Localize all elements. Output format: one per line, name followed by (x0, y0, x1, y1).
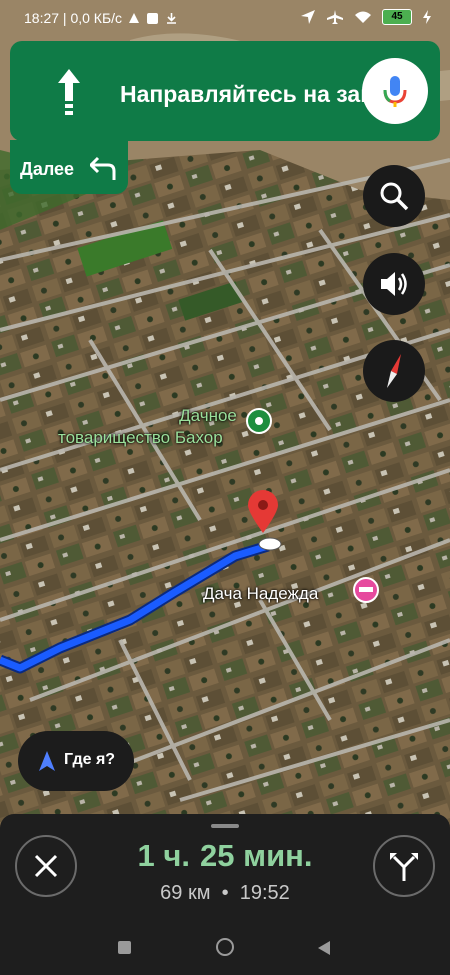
place-label-dacha-bahor-line2[interactable]: товарищество Бахор (58, 428, 223, 448)
turn-left-icon (90, 156, 116, 180)
sound-button[interactable] (363, 253, 425, 315)
download-icon (167, 12, 177, 24)
trip-separator: • (221, 882, 229, 904)
square-icon (147, 12, 159, 24)
arrow-up-icon (58, 69, 80, 115)
wifi-icon (355, 11, 371, 23)
app-a-icon (129, 13, 140, 23)
place-label-dacha-bahor-line1[interactable]: Дачное (176, 406, 240, 426)
eta-hours-unit: ч. (163, 838, 191, 873)
airplane-icon (327, 10, 343, 24)
route-fork-icon (390, 853, 418, 881)
recents-button[interactable] (118, 941, 131, 954)
alternate-routes-button[interactable] (373, 835, 435, 897)
eta-hours: 1 (137, 838, 155, 873)
trip-distance: 69 км (160, 882, 211, 904)
arrival-time: 19:52 (239, 882, 290, 904)
battery-indicator: 45 (382, 9, 412, 25)
system-nav-bar (0, 922, 450, 975)
search-button[interactable] (363, 165, 425, 227)
home-button[interactable] (216, 938, 234, 956)
status-bar: 18:27 | 0,0 КБ/с 45 (0, 0, 450, 36)
back-icon[interactable] (316, 940, 332, 956)
where-am-i-label: Где я? (64, 751, 116, 768)
eta-minutes-unit: мин. (243, 838, 313, 873)
navigation-arrow-icon (39, 751, 55, 771)
compass-button[interactable] (363, 340, 425, 402)
location-arrow-icon (301, 10, 315, 24)
where-am-i-button[interactable]: Где я? (18, 731, 134, 791)
voice-search-button[interactable] (362, 58, 428, 124)
place-label-dacha-nadezhda[interactable]: Дача Надежда (203, 584, 318, 604)
compass-icon (387, 354, 401, 388)
instruction-text: Направляйтесь на запад (120, 81, 402, 107)
eta-minutes: 25 (200, 838, 235, 873)
drag-handle[interactable] (211, 824, 239, 828)
status-time: 18:27 | 0,0 КБ/с (24, 10, 123, 26)
next-label: Далее (20, 159, 75, 179)
microphone-icon (383, 76, 407, 107)
next-maneuver-box[interactable]: Далее (10, 140, 128, 194)
navigation-banner[interactable]: Направляйтесь на запад (10, 41, 440, 141)
charging-icon (423, 10, 431, 24)
search-icon (380, 182, 409, 211)
speaker-icon (381, 272, 407, 296)
